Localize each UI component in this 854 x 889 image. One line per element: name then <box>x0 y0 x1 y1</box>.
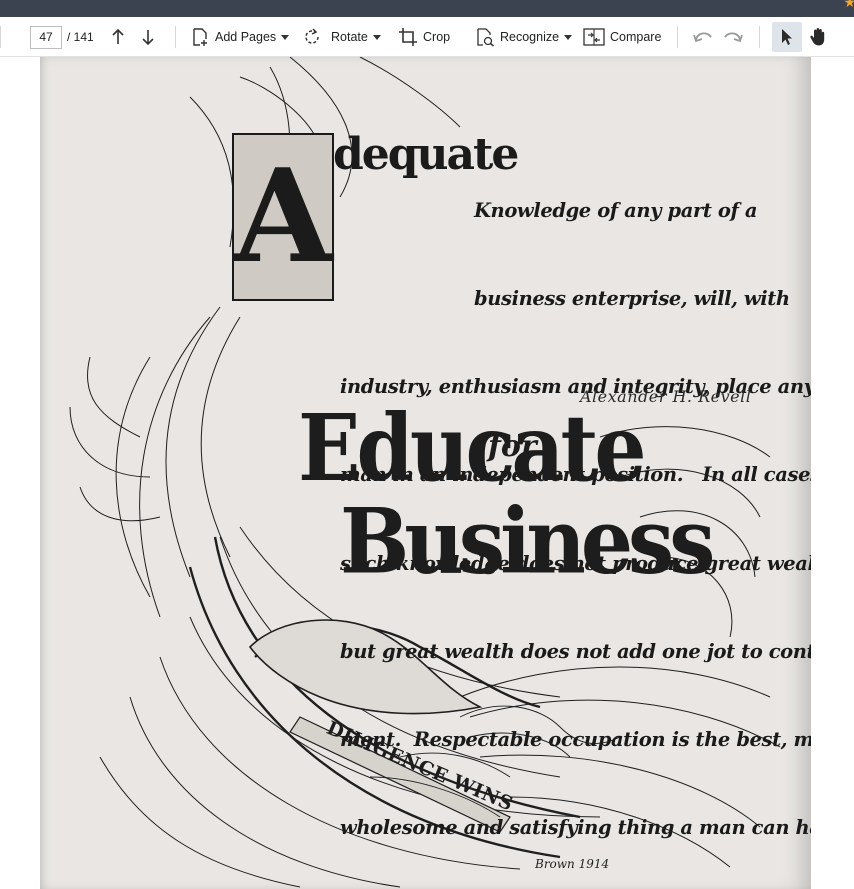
add-pages-icon <box>193 28 207 46</box>
add-pages-button[interactable]: Add Pages <box>190 17 290 57</box>
rotate-label: Rotate <box>331 30 368 44</box>
document-page: A dequate Knowledge of any part of a bus… <box>40 57 811 889</box>
artist-signature: Brown 1914 <box>535 857 610 871</box>
page-navigator: 47 / 141 <box>30 17 94 57</box>
undo-button[interactable] <box>692 17 714 57</box>
redo-button[interactable] <box>722 17 744 57</box>
chevron-down-icon <box>564 34 573 40</box>
quote-line: but great wealth does not add one jot to… <box>340 639 811 663</box>
heading-business: Business <box>340 489 715 595</box>
chevron-down-icon <box>281 34 290 40</box>
crop-label: Crop <box>423 30 451 44</box>
initial-letter: A <box>233 142 333 292</box>
select-cursor-icon <box>782 29 792 45</box>
page-total-label: / 141 <box>67 30 94 44</box>
compare-icon <box>583 28 605 46</box>
rotate-icon <box>305 28 319 44</box>
toolbar-separator <box>175 26 176 48</box>
prev-page-button[interactable] <box>110 17 126 57</box>
chevron-down-icon <box>372 34 381 40</box>
document-viewer[interactable]: A dequate Knowledge of any part of a bus… <box>0 57 854 889</box>
crop-button[interactable]: Crop <box>398 17 450 57</box>
crop-icon <box>399 28 417 46</box>
undo-icon <box>693 32 712 43</box>
heading-educate: Educate <box>298 395 647 503</box>
toolbar-left-edge <box>0 17 1 57</box>
compare-label: Compare <box>610 30 662 44</box>
quote-line: Knowledge of any part of a <box>474 198 758 222</box>
redo-icon <box>724 32 743 43</box>
compare-button[interactable]: Compare <box>583 17 661 57</box>
toolbar-separator <box>759 26 760 48</box>
recognize-label: Recognize <box>500 30 560 44</box>
quote-line: business enterprise, will, with <box>474 287 790 311</box>
illuminated-initial: A <box>232 133 334 301</box>
window-title-bar: ★ <box>0 0 854 17</box>
heading-for: for <box>488 429 537 464</box>
favorite-star-icon[interactable]: ★ <box>843 0 854 9</box>
quote-line: wholesome and satisfying thing a man can… <box>340 816 811 840</box>
add-pages-label: Add Pages <box>215 30 277 44</box>
recognize-icon <box>477 28 494 47</box>
rotate-button[interactable]: Rotate <box>302 17 381 57</box>
recognize-button[interactable]: Recognize <box>475 17 573 57</box>
next-page-icon <box>142 30 154 46</box>
select-tool-button[interactable] <box>772 22 802 52</box>
hand-icon <box>810 28 825 46</box>
toolbar-separator <box>677 26 678 48</box>
toolbar: 47 / 141 Add Pages Rotate Crop Recognize… <box>0 17 854 57</box>
page-number-input[interactable]: 47 <box>30 25 62 49</box>
hand-tool-button[interactable] <box>806 17 830 57</box>
next-page-button[interactable] <box>140 17 156 57</box>
prev-page-icon <box>112 28 124 44</box>
